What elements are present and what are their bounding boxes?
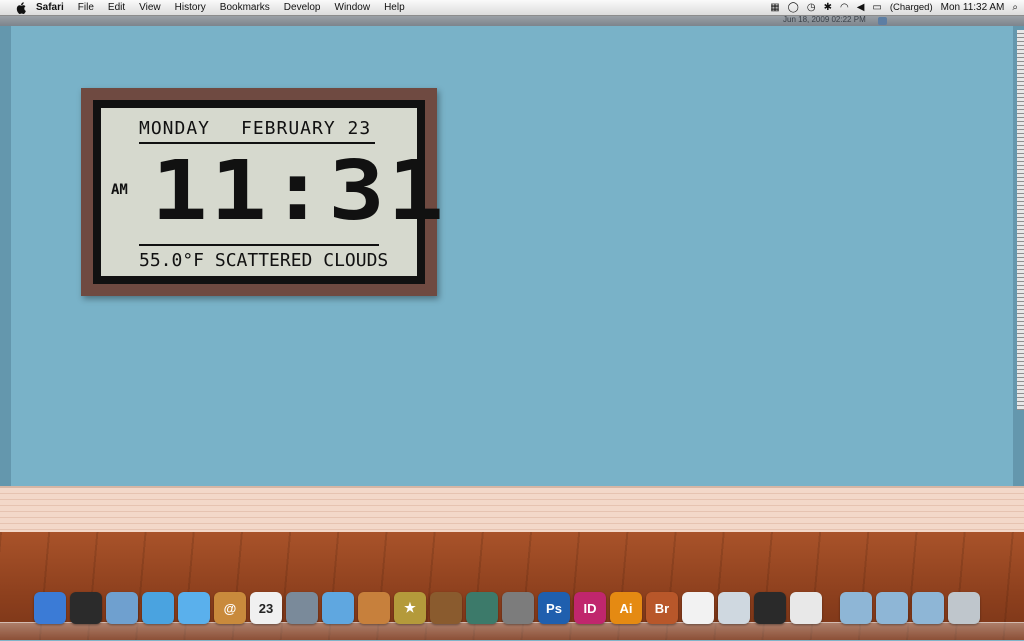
menu-help[interactable]: Help [384,0,405,15]
garageband-icon[interactable] [430,592,462,624]
dashboard-icon[interactable] [70,592,102,624]
window-scroll-icon[interactable] [878,17,887,25]
menu-develop[interactable]: Develop [284,0,321,15]
applications-stack-icon[interactable] [912,592,944,624]
window-blind [1017,30,1024,410]
clock-day: MONDAY [139,118,211,139]
menu-edit[interactable]: Edit [108,0,125,15]
clock-lcd-display: MONDAY FEBRUARY 23 AM 11:31 55.0°F SCATT… [101,108,444,276]
wifi-icon[interactable]: ◠ [840,0,849,15]
clock-date: FEBRUARY 23 [241,118,372,139]
indesign-icon[interactable]: ID [574,592,606,624]
clock-ampm: AM [111,182,128,198]
clock-time: 11:31 [151,144,447,239]
dock-separator [826,592,836,628]
system-preferences-icon[interactable] [502,592,534,624]
battery-status-text[interactable]: (Charged) [890,2,933,13]
acrobat-icon[interactable] [682,592,714,624]
dock: @23 ★ Ps ID Ai Br [34,592,980,628]
menu-window[interactable]: Window [335,0,371,15]
menu-bookmarks[interactable]: Bookmarks [220,0,270,15]
clock-widget[interactable]: MONDAY FEBRUARY 23 AM 11:31 55.0°F SCATT… [81,88,444,296]
clock-widget-bezel: MONDAY FEBRUARY 23 AM 11:31 55.0°F SCATT… [93,100,444,284]
spotlight-search-icon[interactable]: ⌕ [1012,0,1018,15]
wallpaper-shadow-left [0,26,11,536]
illustrator-icon[interactable]: Ai [610,592,642,624]
apple-menu-icon[interactable] [14,1,28,14]
app-menu-safari[interactable]: Safari [36,0,64,15]
clock-divider-bottom [139,244,379,246]
time-machine-icon[interactable] [466,592,498,624]
menu-view[interactable]: View [139,0,161,15]
finder-icon[interactable] [34,592,66,624]
menu-file[interactable]: File [78,0,94,15]
documents-stack-icon[interactable] [876,592,908,624]
ical-icon[interactable]: 23 [250,592,282,624]
wallpaper-baseboard [0,486,1024,534]
mail-icon[interactable] [106,592,138,624]
bluetooth-icon[interactable]: ✱ [824,0,832,15]
downloads-stack-icon[interactable] [840,592,872,624]
activity-monitor-icon[interactable] [754,592,786,624]
menubar-clock[interactable]: Mon 11:32 AM [941,2,1005,13]
time-machine-menu-icon[interactable]: ◷ [807,0,816,15]
menu-bar: Safari File Edit View History Bookmarks … [0,0,1024,16]
photoshop-icon[interactable]: Ps [538,592,570,624]
imovie-icon[interactable]: ★ [394,592,426,624]
ichat-status-icon[interactable]: ◯ [788,0,799,15]
status-area: ▦ ◯ ◷ ✱ ◠ ◀ ▭ (Charged) Mon 11:32 AM ⌕ [770,0,1018,15]
menu-history[interactable]: History [175,0,206,15]
clock-weather: 55.0°F SCATTERED CLOUDS [139,250,389,271]
ichat-icon[interactable] [178,592,210,624]
itunes-icon[interactable] [322,592,354,624]
volume-icon[interactable]: ◀ [857,0,865,15]
address-book-icon[interactable]: @ [214,592,246,624]
preview-icon[interactable] [718,592,750,624]
trash-icon[interactable] [948,592,980,624]
battery-icon[interactable]: ▭ [872,0,881,15]
spaces-icon[interactable]: ▦ [770,0,779,15]
safari-icon[interactable] [142,592,174,624]
window-date-text: Jun 18, 2009 02:22 PM [783,15,866,24]
script-editor-icon[interactable] [790,592,822,624]
image-capture-icon[interactable] [358,592,390,624]
iphoto-icon[interactable] [286,592,318,624]
bridge-icon[interactable]: Br [646,592,678,624]
